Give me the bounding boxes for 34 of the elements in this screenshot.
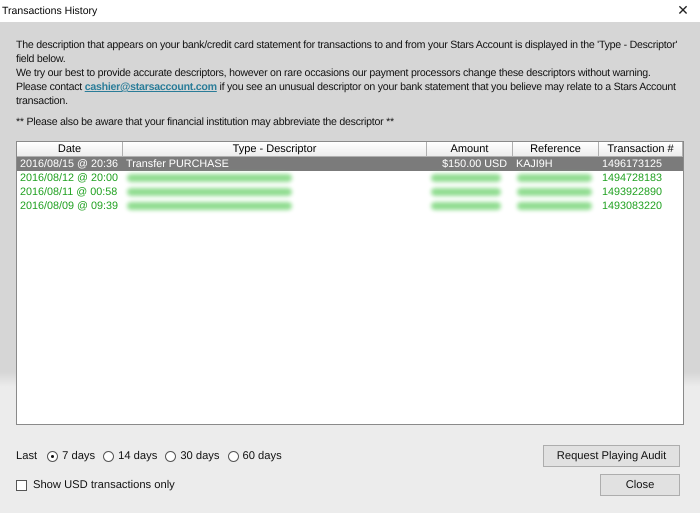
table-cell-text: 2016/08/11 @ 00:58: [19, 185, 118, 199]
column-header[interactable]: Transaction #: [599, 142, 683, 157]
table-cell-text: 1496173125: [601, 157, 664, 171]
usd-only-checkbox[interactable]: Show USD transactions only: [16, 479, 542, 491]
table-cell-text: 1494728183: [601, 171, 664, 185]
blurred-text: [431, 174, 501, 182]
table-cell-text: 2016/08/15 @ 20:36: [19, 157, 120, 171]
period-radio[interactable]: 7 days: [47, 450, 96, 462]
period-label: Last: [16, 450, 38, 462]
period-radio[interactable]: 30 days: [165, 450, 220, 462]
table-cell-text: $150.00 USD: [441, 157, 508, 171]
table-row[interactable]: 2016/08/15 @ 20:36 Transfer PURCHASE $150.00 USD KAJI9H 1496173125: [17, 157, 683, 171]
table-cell-text: 1493922890: [601, 185, 664, 199]
blurred-text: [431, 188, 501, 196]
description-text: The description that appears on your bank/credit card statement for transactions to and from your Stars Account is displayed in the 'Type - Descriptor' field below.: [16, 38, 678, 66]
close-button[interactable]: ✕: [666, 0, 700, 22]
request-audit-button[interactable]: Request Playing Audit: [543, 445, 680, 467]
column-header[interactable]: Amount: [427, 142, 513, 157]
table-cell-text: Transfer PURCHASE: [125, 157, 230, 171]
contact-text: Please contact cashier@starsaccount.com if you see an unusual descriptor on your bank statement that you believe may relate to a Stars Account transaction.: [16, 80, 677, 108]
note-text: ** Please also be aware that your financial institution may abbreviate the descriptor **: [16, 115, 395, 129]
column-header[interactable]: Date: [17, 142, 123, 157]
table-cell-text: 2016/08/09 @ 09:39: [19, 199, 120, 213]
table-cell-text: 2016/08/12 @ 20:00: [19, 171, 120, 185]
table-cell-text: KAJI9H: [515, 157, 554, 171]
close-button[interactable]: Close: [600, 474, 680, 496]
table-cell-text: 1493083220: [601, 199, 664, 213]
blurred-text: [431, 202, 501, 210]
window-title: Transactions History: [2, 5, 98, 17]
period-radio[interactable]: 14 days: [103, 450, 158, 462]
column-header[interactable]: Reference: [513, 142, 599, 157]
column-header[interactable]: Type - Descriptor: [123, 142, 427, 157]
description-text: We try our best to provide accurate descriptors, however on rare occasions our payment processors change these descriptors without warning.: [16, 66, 652, 80]
period-radio[interactable]: 60 days: [228, 450, 282, 462]
